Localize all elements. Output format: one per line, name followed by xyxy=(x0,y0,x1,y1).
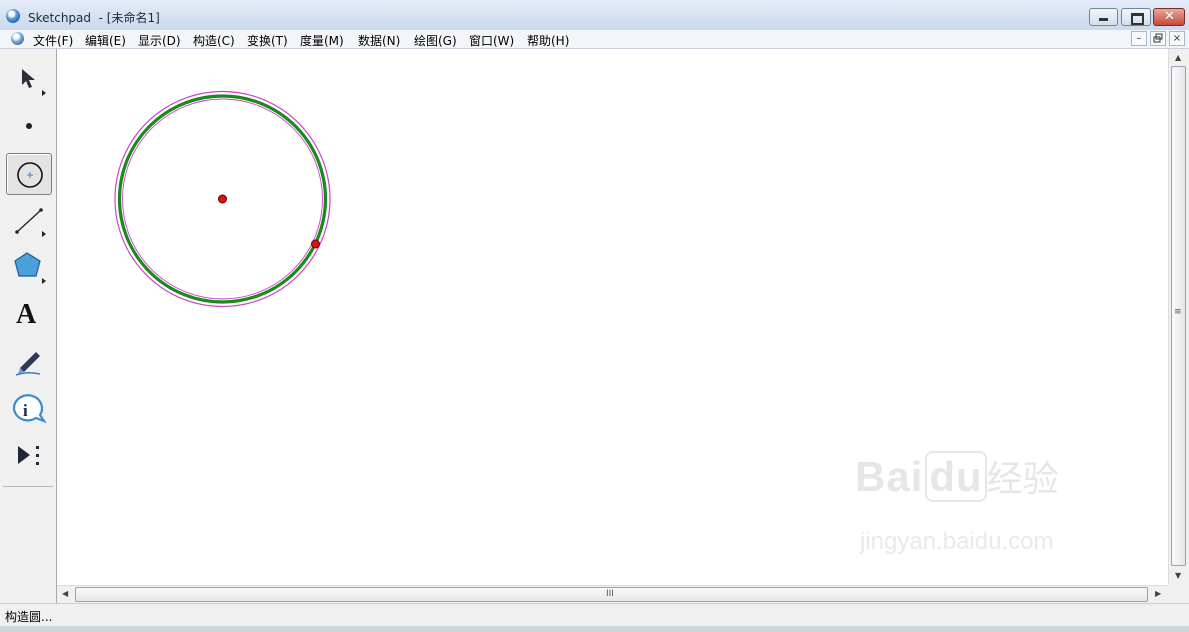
menu-construct[interactable]: 构造(C) xyxy=(193,32,235,49)
baidu-watermark: Bai du 经验 xyxy=(855,450,1059,502)
line-icon xyxy=(15,208,46,237)
circle-icon xyxy=(17,162,43,188)
sketch-drawing xyxy=(114,90,331,308)
watermark-cn: 经验 xyxy=(986,459,1059,500)
info-icon: i xyxy=(12,394,47,424)
point-tool[interactable] xyxy=(6,105,52,147)
app-icon xyxy=(6,9,20,23)
center-point xyxy=(218,194,227,204)
polygon-tool[interactable] xyxy=(6,247,52,289)
status-bar: 构造圆... xyxy=(0,603,1189,632)
menu-help[interactable]: 帮助(H) xyxy=(527,32,569,49)
pentagon-icon xyxy=(14,252,46,284)
window-title: Sketchpad - [未命名1] xyxy=(28,11,160,25)
menu-data[interactable]: 数据(N) xyxy=(358,32,400,49)
custom-tool[interactable] xyxy=(6,435,52,477)
watermark-url: jingyan.baidu.com xyxy=(860,528,1054,555)
horizontal-scroll-thumb[interactable]: III xyxy=(75,587,1148,602)
status-text: 构造圆... xyxy=(5,610,53,624)
doc-close-button[interactable]: × xyxy=(1169,31,1185,46)
point-icon xyxy=(26,123,32,129)
menu-window[interactable]: 窗口(W) xyxy=(469,32,514,49)
minimize-icon xyxy=(1099,18,1108,21)
watermark-brand-du: du xyxy=(925,451,987,502)
vertical-scrollbar[interactable]: ▲ ≡ ▼ xyxy=(1168,49,1189,585)
close-button[interactable]: ✕ xyxy=(1153,8,1185,26)
radius-point xyxy=(311,239,320,249)
status-bar-border xyxy=(0,626,1189,632)
menu-edit[interactable]: 编辑(E) xyxy=(85,32,126,49)
scroll-right-icon[interactable]: ▶ xyxy=(1155,589,1161,598)
menu-file[interactable]: 文件(F) xyxy=(33,32,73,49)
text-tool[interactable]: A xyxy=(6,293,52,335)
maximize-button[interactable] xyxy=(1121,8,1151,26)
menu-display[interactable]: 显示(D) xyxy=(138,32,181,49)
close-icon: ✕ xyxy=(1164,9,1175,24)
minimize-button[interactable] xyxy=(1089,8,1118,26)
document-icon[interactable] xyxy=(11,32,24,45)
menu-bar: 文件(F) 编辑(E) 显示(D) 构造(C) 变换(T) 度量(M) 数据(N… xyxy=(0,30,1189,49)
doc-restore-button[interactable] xyxy=(1150,31,1166,46)
play-more-icon xyxy=(18,446,39,465)
toolbox: A i xyxy=(0,49,57,603)
horizontal-scrollbar[interactable]: ◀ III ▶ xyxy=(57,585,1168,603)
restore-icon xyxy=(1153,33,1163,43)
text-a-icon: A xyxy=(16,299,37,330)
sketch-canvas[interactable] xyxy=(57,49,1168,585)
compass-tool[interactable] xyxy=(6,153,52,195)
watermark-brand: Bai xyxy=(855,453,924,500)
title-bar: Sketchpad - [未命名1] ✕ xyxy=(0,0,1189,31)
vertical-grip-icon: ≡ xyxy=(1174,307,1182,317)
svg-text:i: i xyxy=(23,401,28,420)
scroll-up-icon[interactable]: ▲ xyxy=(1175,53,1181,62)
vertical-scroll-thumb[interactable]: ≡ xyxy=(1171,66,1186,566)
pen-icon xyxy=(15,352,41,376)
toolbox-divider xyxy=(3,486,53,487)
straightedge-tool[interactable] xyxy=(6,201,52,243)
menu-graph[interactable]: 绘图(G) xyxy=(414,32,457,49)
doc-minimize-button[interactable]: – xyxy=(1131,31,1147,46)
scroll-left-icon[interactable]: ◀ xyxy=(62,589,68,598)
horizontal-grip-icon: III xyxy=(606,589,614,599)
information-tool[interactable]: i xyxy=(6,389,52,431)
maximize-icon xyxy=(1131,13,1144,25)
selection-arrow-tool[interactable] xyxy=(6,57,52,99)
scroll-down-icon[interactable]: ▼ xyxy=(1175,571,1181,580)
menu-measure[interactable]: 度量(M) xyxy=(300,32,344,49)
arrow-icon xyxy=(22,69,46,96)
menu-transform[interactable]: 变换(T) xyxy=(247,32,288,49)
scroll-corner xyxy=(1168,585,1189,603)
marker-tool[interactable] xyxy=(6,341,52,383)
